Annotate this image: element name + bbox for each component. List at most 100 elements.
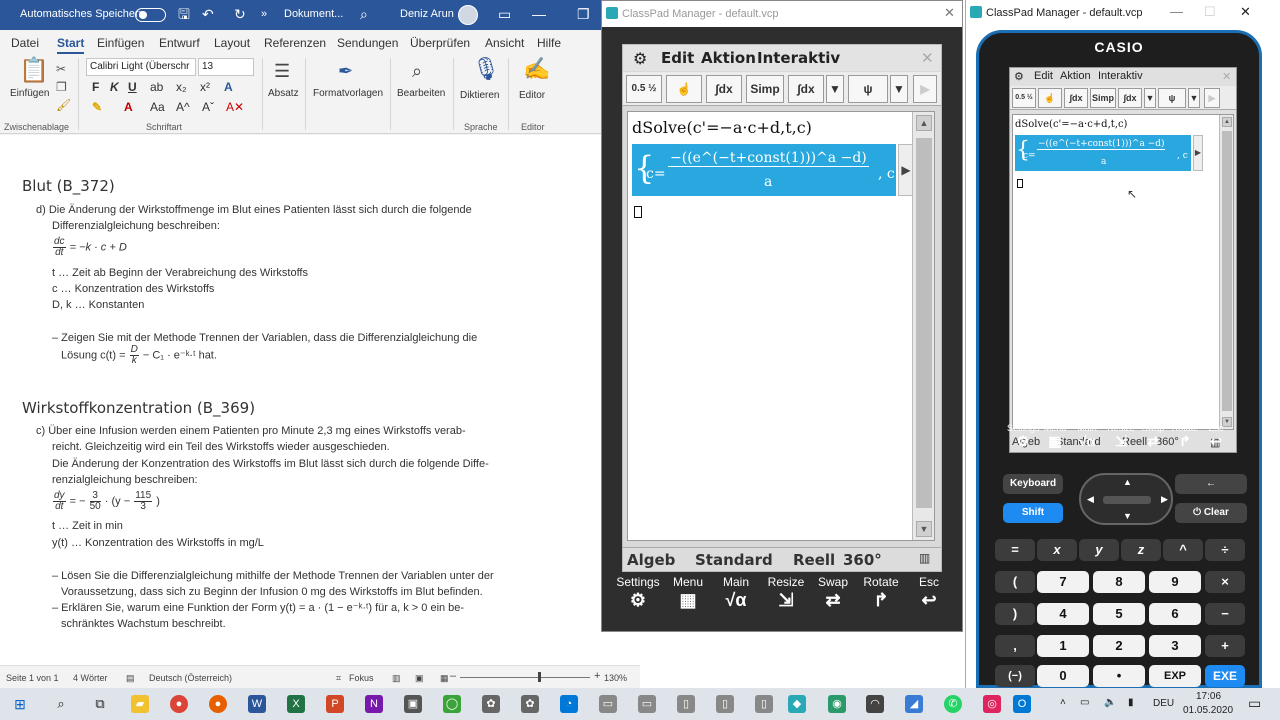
keyboard-button[interactable]: Keyboard: [1003, 474, 1063, 494]
key-decimal-point[interactable]: •: [1093, 665, 1145, 687]
menu-key[interactable]: Menu ▦: [664, 575, 712, 611]
math-input-line[interactable]: dSolve(c'=−a·c+d,t,c): [1015, 119, 1127, 130]
key-3[interactable]: 3: [1149, 635, 1201, 657]
key-7[interactable]: 7: [1037, 571, 1089, 593]
graph-icon[interactable]: ψ: [1158, 88, 1186, 108]
zoom-slider[interactable]: [460, 677, 590, 678]
graph-icon[interactable]: ψ: [848, 75, 888, 103]
save-icon[interactable]: 🖫: [178, 6, 190, 22]
paragraph-button[interactable]: Absatz: [268, 88, 299, 99]
shrink-font-icon[interactable]: Aˇ: [202, 100, 214, 114]
input-cursor[interactable]: [634, 206, 642, 218]
zoom-out-icon[interactable]: –: [450, 670, 456, 682]
styles-icon[interactable]: ✒: [338, 60, 353, 82]
close-icon[interactable]: ✕: [1222, 70, 1231, 83]
app-icon[interactable]: ◔: [560, 695, 578, 713]
settings-gear-icon[interactable]: ⚙: [633, 49, 647, 68]
key-plus[interactable]: +: [1205, 635, 1245, 657]
format-painter-icon[interactable]: 🖌: [56, 94, 71, 116]
esc-key[interactable]: Esc ↩: [1201, 423, 1231, 449]
app-icon[interactable]: ✿: [521, 695, 539, 713]
autosave-toggle[interactable]: [135, 8, 166, 22]
font-size-combo[interactable]: 13: [198, 58, 254, 76]
simp-button[interactable]: Simp: [746, 75, 784, 103]
vertical-scrollbar[interactable]: ▲ ▼: [912, 112, 934, 540]
read-mode-icon[interactable]: ▥: [392, 673, 401, 684]
settings-key[interactable]: Settings ⚙: [612, 575, 664, 611]
input-cursor[interactable]: [1017, 179, 1023, 188]
calculator-app-icon[interactable]: ▯: [677, 695, 695, 713]
main-key[interactable]: Main √α: [712, 575, 760, 611]
key-comma[interactable]: ,: [995, 635, 1035, 657]
font-name-combo[interactable]: Calibri Light (Überschr: [86, 58, 196, 76]
tab-datei[interactable]: Datei: [11, 36, 39, 50]
user-name[interactable]: Deniz Arun: [400, 8, 454, 20]
key-y[interactable]: y: [1079, 539, 1119, 561]
menu-edit[interactable]: Edit: [1034, 70, 1053, 82]
tab-referenzen[interactable]: Referenzen: [264, 36, 326, 50]
integral-button[interactable]: ∫dx: [706, 75, 742, 103]
app-icon[interactable]: ▭: [599, 695, 617, 713]
direction-pad[interactable]: ▲ ▼ ◀ ▶: [1079, 473, 1173, 525]
paragraph-icon[interactable]: ☰: [274, 60, 290, 82]
minimize-icon[interactable]: —: [532, 6, 546, 22]
menu-interaktiv[interactable]: Interaktiv: [757, 49, 840, 67]
menu-aktion[interactable]: Aktion: [1060, 70, 1091, 82]
find-icon[interactable]: ⌕: [412, 60, 422, 82]
battery-icon[interactable]: ▮: [1128, 697, 1134, 708]
app-icon[interactable]: ◠: [866, 695, 884, 713]
key-9[interactable]: 9: [1149, 571, 1201, 593]
search-icon[interactable]: ⌕: [52, 695, 70, 713]
strikethrough-button[interactable]: ab: [150, 80, 163, 94]
resize-key[interactable]: Resize ⇲: [1105, 423, 1137, 449]
page-count[interactable]: Seite 1 von 1: [6, 673, 59, 683]
task-view-icon[interactable]: ⧉: [91, 695, 109, 713]
geogebra-icon[interactable]: ◯: [443, 695, 461, 713]
arrow-up-icon[interactable]: ▲: [1123, 477, 1132, 487]
math-output-result[interactable]: { c= −((e^(−t+const(1)))^a −d) a , c: [632, 144, 896, 196]
key-2[interactable]: 2: [1093, 635, 1145, 657]
undo-icon[interactable]: ↶: [202, 6, 214, 22]
bold-button[interactable]: F: [92, 80, 99, 94]
key-negative[interactable]: (−): [995, 665, 1035, 687]
windows-start-icon[interactable]: ⊞: [11, 695, 29, 713]
grow-font-icon[interactable]: A^: [176, 100, 190, 114]
integral-edit-button[interactable]: ∫dx: [788, 75, 824, 103]
key-z[interactable]: z: [1121, 539, 1161, 561]
key-4[interactable]: 4: [1037, 603, 1089, 625]
notifications-icon[interactable]: ▭: [1248, 695, 1261, 712]
backspace-button[interactable]: ←: [1175, 474, 1247, 494]
math-input-line[interactable]: dSolve(c'=−a·c+d,t,c): [632, 118, 812, 137]
onenote-icon[interactable]: N: [365, 695, 383, 713]
microphone-icon[interactable]: 🎙: [472, 58, 500, 80]
ribbon-display-icon[interactable]: ▭: [498, 6, 511, 22]
key-6[interactable]: 6: [1149, 603, 1201, 625]
change-case-icon[interactable]: Aa: [150, 100, 165, 114]
document-name[interactable]: Dokument...: [284, 8, 343, 20]
integral-edit-button[interactable]: ∫dx: [1118, 88, 1142, 108]
close-icon[interactable]: ✕: [921, 49, 934, 67]
maximize-icon[interactable]: ☐: [1204, 4, 1216, 20]
outlook-icon[interactable]: O: [1013, 695, 1031, 713]
proofing-icon[interactable]: ▤: [126, 673, 135, 684]
menu-edit[interactable]: Edit: [661, 49, 694, 67]
scroll-up-icon[interactable]: ▲: [916, 115, 932, 131]
calculator-app-icon[interactable]: ▯: [755, 695, 773, 713]
classpad1-main-area[interactable]: dSolve(c'=−a·c+d,t,c) { c= −((e^(−t+cons…: [627, 111, 935, 541]
scroll-result-right-icon[interactable]: ▶: [1193, 135, 1203, 171]
toolbar-next-icon[interactable]: ▶: [1204, 88, 1220, 108]
document-page[interactable]: Blut (B_372) d) Die Änderung der Wirksto…: [0, 135, 640, 665]
key-multiply[interactable]: ×: [1205, 571, 1245, 593]
scroll-up-icon[interactable]: ▲: [1222, 117, 1232, 127]
classpad2-main-area[interactable]: dSolve(c'=−a·c+d,t,c) { c= −((e^(−t+cons…: [1012, 114, 1234, 430]
scroll-down-icon[interactable]: ▼: [916, 521, 932, 537]
powerpoint-icon[interactable]: P: [326, 695, 344, 713]
key-0[interactable]: 0: [1037, 665, 1089, 687]
app-icon[interactable]: ◢: [905, 695, 923, 713]
search-icon[interactable]: ⌕: [360, 6, 368, 22]
word-icon[interactable]: W: [248, 695, 266, 713]
classpad-taskbar-icon[interactable]: ◆: [788, 695, 806, 713]
tab-hilfe[interactable]: Hilfe: [537, 36, 561, 50]
key-open-paren[interactable]: (: [995, 571, 1035, 593]
speaker-icon[interactable]: 🔈: [1104, 697, 1116, 708]
